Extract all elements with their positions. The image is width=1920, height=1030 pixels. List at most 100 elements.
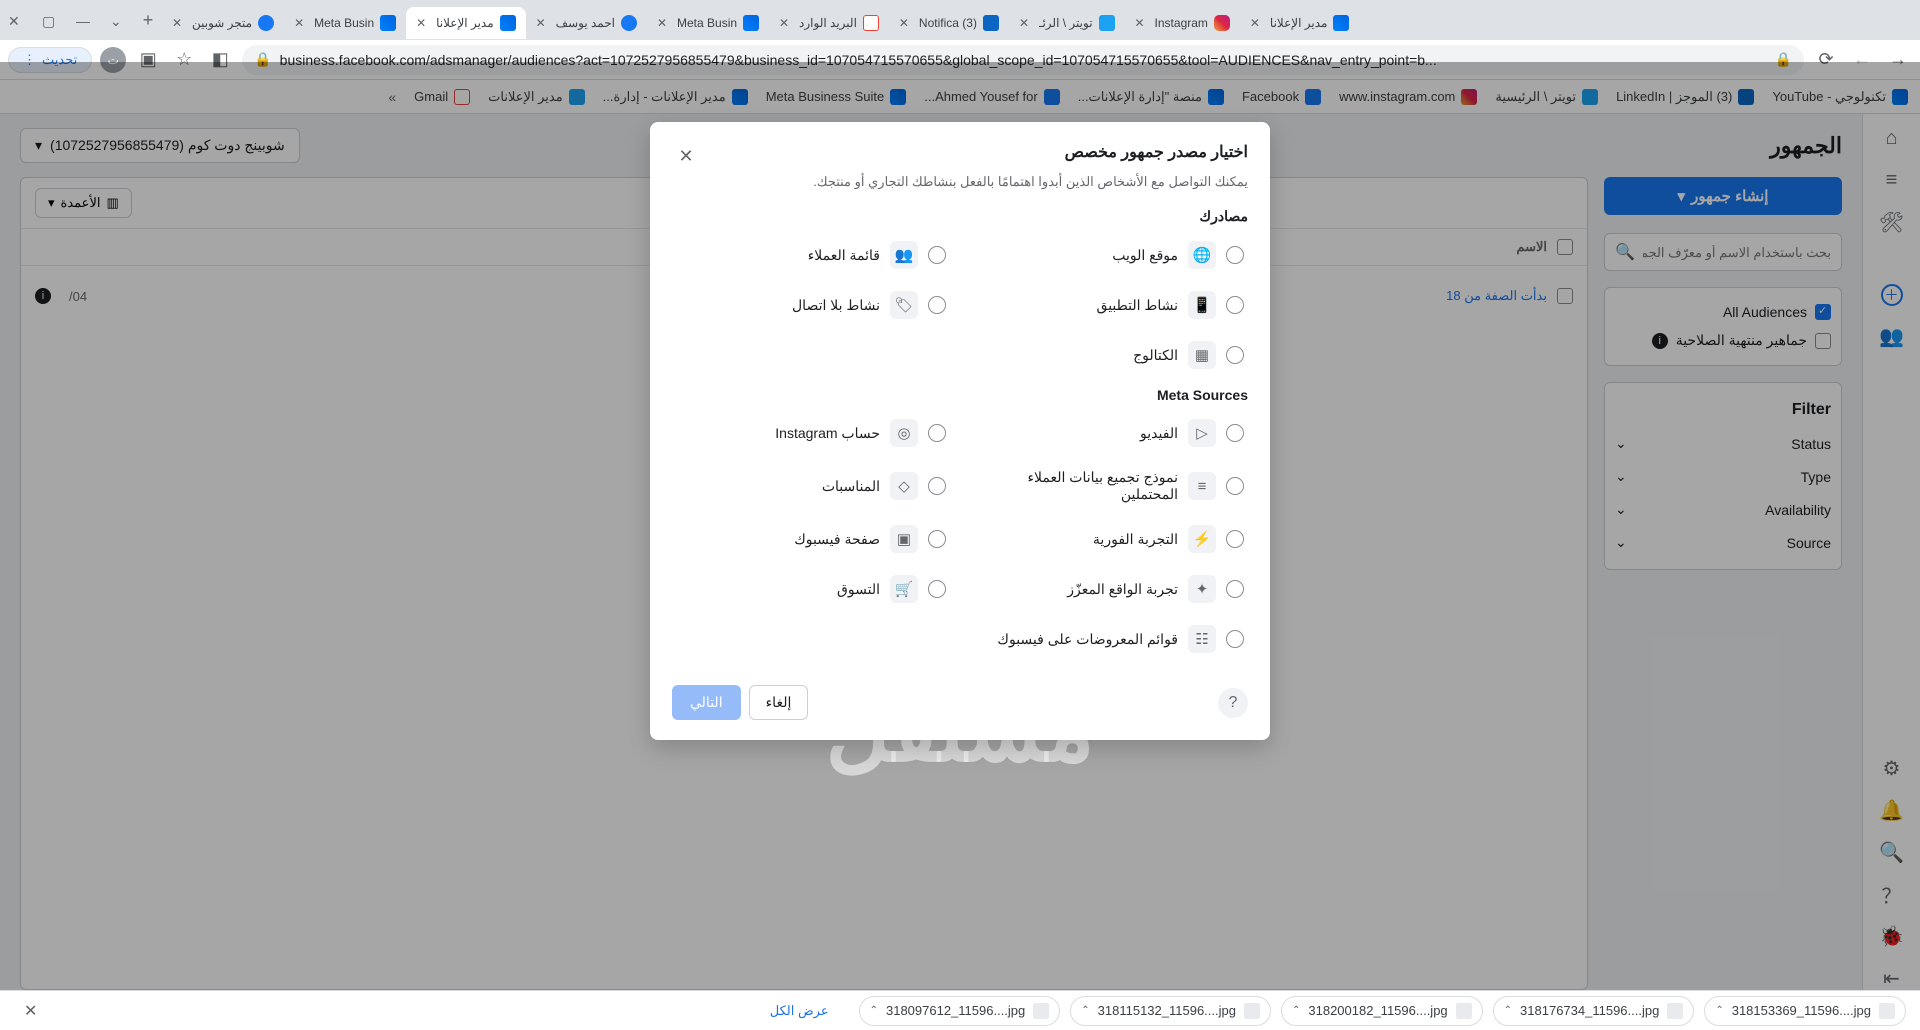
browser-tab[interactable]: ✕البريد الوارد xyxy=(769,7,889,39)
download-item[interactable]: ⌃318097612_11596....jpg xyxy=(859,996,1061,1026)
tab-close-icon[interactable]: ✕ xyxy=(172,16,186,30)
file-icon xyxy=(1879,1003,1895,1019)
radio-icon[interactable] xyxy=(1226,477,1244,495)
window-minimize-icon[interactable]: — xyxy=(76,13,90,27)
file-icon xyxy=(1033,1003,1049,1019)
source-option[interactable]: ◇المناسبات xyxy=(672,461,950,511)
source-option[interactable]: ▷الفيديو xyxy=(970,411,1248,455)
radio-icon[interactable] xyxy=(928,424,946,442)
window-close-icon[interactable]: ✕ xyxy=(8,13,22,27)
chevron-up-icon[interactable]: ⌃ xyxy=(1081,1005,1089,1016)
source-label: نشاط بلا اتصال xyxy=(792,297,880,314)
source-icon: 🛒 xyxy=(890,575,918,603)
source-option[interactable]: 🌐موقع الويب xyxy=(970,233,1248,277)
tab-close-icon[interactable]: ✕ xyxy=(899,16,913,30)
browser-tab-strip: ✕ ▢ — ⌄ + ✕متجر شوبين✕Meta Busin✕مدير ال… xyxy=(0,0,1920,40)
radio-icon[interactable] xyxy=(1226,246,1244,264)
source-option[interactable]: ≡نموذج تجميع بيانات العملاء المحتملين xyxy=(970,461,1248,511)
tab-close-icon[interactable]: ✕ xyxy=(416,16,430,30)
source-option[interactable]: 📱نشاط التطبيق xyxy=(970,283,1248,327)
browser-tab[interactable]: ✕ Meta Busin xyxy=(284,7,406,39)
source-option[interactable]: ✦تجربة الواقع المعزّز xyxy=(970,567,1248,611)
source-icon: 🏷 xyxy=(890,291,918,319)
new-tab-button[interactable]: + xyxy=(134,6,162,34)
close-icon[interactable]: ✕ xyxy=(672,142,700,170)
source-option[interactable]: ◎حساب Instagram xyxy=(672,411,950,455)
radio-icon[interactable] xyxy=(1226,346,1244,364)
tab-favicon xyxy=(1333,15,1349,31)
download-item[interactable]: ⌃318153369_11596....jpg xyxy=(1704,996,1906,1026)
browser-tab[interactable]: ✕مدير الإعلانا xyxy=(1240,7,1360,39)
source-label: قوائم المعروضات على فيسبوك xyxy=(997,631,1178,648)
source-label: التجربة الفورية xyxy=(1093,531,1178,548)
modal-title: اختيار مصدر جمهور مخصص xyxy=(1065,142,1248,162)
source-icon: ◎ xyxy=(890,419,918,447)
source-icon: ✦ xyxy=(1188,575,1216,603)
modal-overlay: مستقل اختيار مصدر جمهور مخصص ✕ يمكنك الت… xyxy=(0,62,1920,990)
chevron-up-icon[interactable]: ⌃ xyxy=(1292,1005,1300,1016)
radio-icon[interactable] xyxy=(1226,580,1244,598)
download-item[interactable]: ⌃ 318200182_11596....jpg xyxy=(1281,996,1483,1026)
chevron-down-icon[interactable]: ⌄ xyxy=(110,13,124,27)
tab-close-icon[interactable]: ✕ xyxy=(294,16,308,30)
chevron-up-icon[interactable]: ⌃ xyxy=(1715,1005,1723,1016)
file-icon xyxy=(1244,1003,1260,1019)
tab-title: مدير الإعلانا xyxy=(436,16,494,30)
downloads-close-icon[interactable]: ✕ xyxy=(24,1001,37,1021)
tab-favicon xyxy=(1099,15,1115,31)
source-option[interactable]: ☷ قوائم المعروضات على فيسبوك xyxy=(970,617,1248,661)
tab-close-icon[interactable]: ✕ xyxy=(536,16,550,30)
tab-close-icon[interactable]: ✕ xyxy=(657,16,671,30)
tab-title: متجر شوبين xyxy=(192,16,252,30)
radio-icon[interactable] xyxy=(928,477,946,495)
source-option[interactable]: ▣صفحة فيسبوك xyxy=(672,517,950,561)
your-sources-heading: مصادرك xyxy=(672,208,1248,225)
tab-title: Meta Busin xyxy=(314,16,374,30)
radio-icon[interactable] xyxy=(1226,296,1244,314)
browser-tab[interactable]: ✕ مدير الإعلانا xyxy=(406,7,526,39)
chevron-up-icon[interactable]: ⌃ xyxy=(1504,1005,1512,1016)
next-button[interactable]: التالي xyxy=(672,685,741,720)
source-icon: ⚡ xyxy=(1188,525,1216,553)
cancel-button[interactable]: إلغاء xyxy=(749,685,809,720)
download-item[interactable]: ⌃ 318115132_11596....jpg xyxy=(1070,996,1271,1026)
browser-tab[interactable]: ✕تويتر \ الرئـ xyxy=(1009,7,1125,39)
browser-tab[interactable]: ✕ Instagram xyxy=(1125,7,1240,39)
radio-icon[interactable] xyxy=(928,580,946,598)
source-icon: ☷ xyxy=(1188,625,1216,653)
browser-tab[interactable]: ✕ متجر شوبين xyxy=(162,7,284,39)
tab-close-icon[interactable]: ✕ xyxy=(1019,16,1033,30)
browser-tab[interactable]: ✕ Meta Busin xyxy=(647,7,769,39)
tab-title: Meta Busin xyxy=(677,16,737,30)
downloads-bar: ✕ عرض الكل ⌃318097612_11596....jpg⌃31811… xyxy=(0,990,1920,1030)
source-icon: ≡ xyxy=(1188,472,1216,500)
tabs-row: ✕متجر شوبين✕Meta Busin✕مدير الإعلانا✕احم… xyxy=(162,1,1912,39)
download-filename: 318115132_11596....jpg xyxy=(1098,1003,1236,1018)
tab-close-icon[interactable]: ✕ xyxy=(779,16,793,30)
radio-icon[interactable] xyxy=(928,296,946,314)
file-icon xyxy=(1456,1003,1472,1019)
source-option[interactable]: 🛒التسوق xyxy=(672,567,950,611)
browser-tab[interactable]: ✕احمد يوسف xyxy=(526,7,647,39)
tab-close-icon[interactable]: ✕ xyxy=(1250,16,1264,30)
browser-tab[interactable]: ✕(3) Notifica xyxy=(889,7,1009,39)
source-option[interactable]: 👥قائمة العملاء xyxy=(672,233,950,277)
downloads-show-all[interactable]: عرض الكل xyxy=(770,1003,829,1019)
window-maximize-icon[interactable]: ▢ xyxy=(42,13,56,27)
radio-icon[interactable] xyxy=(1226,424,1244,442)
download-filename: 318200182_11596....jpg xyxy=(1308,1003,1447,1018)
radio-icon[interactable] xyxy=(928,530,946,548)
radio-icon[interactable] xyxy=(1226,630,1244,648)
radio-icon[interactable] xyxy=(1226,530,1244,548)
tab-close-icon[interactable]: ✕ xyxy=(1135,16,1149,30)
chevron-up-icon[interactable]: ⌃ xyxy=(870,1005,878,1016)
source-option[interactable]: ⚡ التجربة الفورية xyxy=(970,517,1248,561)
tab-title: Instagram xyxy=(1155,16,1208,30)
meta-sources-heading: Meta Sources xyxy=(672,387,1248,403)
help-icon[interactable]: ? xyxy=(1218,688,1248,718)
source-option[interactable]: ▦الكتالوج xyxy=(970,333,1248,377)
download-item[interactable]: ⌃318176734_11596....jpg xyxy=(1493,996,1695,1026)
file-icon xyxy=(1667,1003,1683,1019)
source-option[interactable]: 🏷 نشاط بلا اتصال xyxy=(672,283,950,327)
radio-icon[interactable] xyxy=(928,246,946,264)
